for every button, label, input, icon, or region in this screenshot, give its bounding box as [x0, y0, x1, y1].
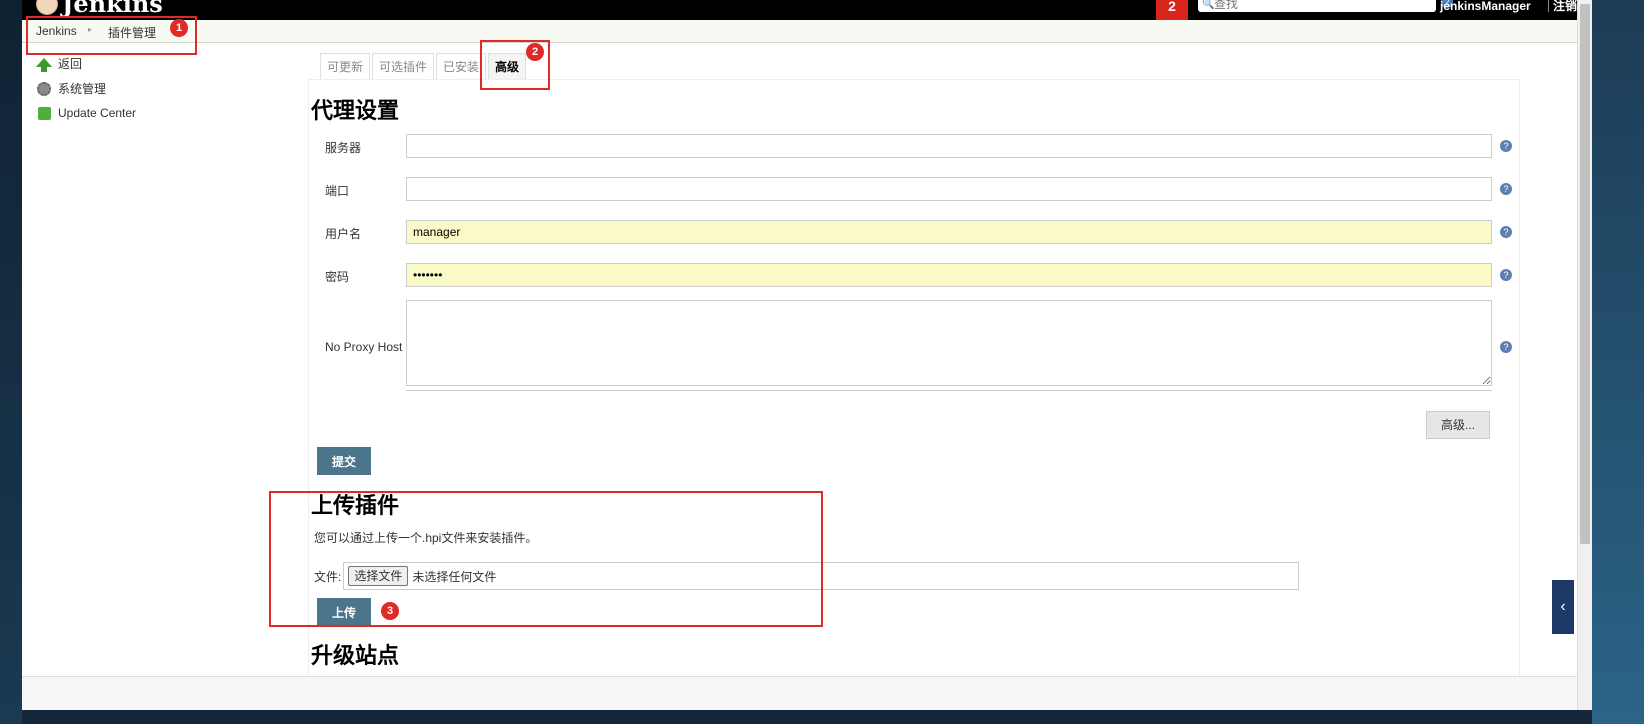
submit-button[interactable]: 提交	[317, 447, 371, 475]
sidebar-item-label: Update Center	[58, 106, 137, 120]
password-help-icon[interactable]: ?	[1500, 269, 1512, 281]
no-proxy-host-label: No Proxy Host	[325, 340, 403, 354]
annotation-box-3	[269, 491, 823, 627]
username-input[interactable]	[406, 220, 1492, 244]
password-label: 密码	[325, 270, 350, 284]
sidebar-item-back[interactable]: 返回	[36, 55, 82, 72]
sidebar-item-label: 返回	[58, 57, 83, 71]
breadcrumb: Jenkins ▸ 插件管理	[22, 20, 1578, 43]
update-site-title: 升级站点	[311, 643, 400, 668]
no-proxy-help-icon[interactable]: ?	[1500, 341, 1512, 353]
notification-badge[interactable]: 2	[1156, 0, 1188, 20]
port-label: 端口	[325, 184, 350, 198]
tab-updates[interactable]: 可更新	[320, 53, 371, 80]
top-header: Jenkins 2 🔍 ? jenkinsManager 注销	[22, 0, 1578, 20]
server-label: 服务器	[325, 141, 362, 155]
proxy-settings-title: 代理设置	[311, 98, 400, 123]
collapse-chevron-icon[interactable]: ‹	[1552, 580, 1574, 634]
search-icon: 🔍	[1202, 0, 1215, 10]
server-input[interactable]	[406, 134, 1492, 158]
puzzle-icon	[36, 105, 52, 121]
sidebar-item-system-management[interactable]: 系统管理	[36, 80, 106, 97]
desktop-background-right	[1592, 0, 1644, 724]
jenkins-logo[interactable]: Jenkins	[36, 0, 163, 16]
jenkins-butler-icon	[36, 0, 58, 15]
annotation-marker-1: 1	[170, 19, 188, 37]
search-input[interactable]	[1214, 0, 1424, 11]
browser-window: Jenkins 2 🔍 ? jenkinsManager 注销 Jenkins …	[22, 0, 1592, 710]
username-help-icon[interactable]: ?	[1500, 226, 1512, 238]
sidebar-item-label: 系统管理	[58, 82, 107, 96]
password-input[interactable]	[406, 263, 1492, 287]
username-label: 用户名	[325, 227, 362, 241]
tab-available[interactable]: 可选插件	[372, 53, 435, 80]
port-help-icon[interactable]: ?	[1500, 183, 1512, 195]
no-proxy-host-textarea[interactable]	[406, 300, 1492, 386]
annotation-marker-2: 2	[526, 43, 544, 61]
scrollbar-thumb[interactable]	[1580, 4, 1590, 544]
user-link[interactable]: jenkinsManager	[1440, 0, 1531, 12]
logo-text: Jenkins	[62, 0, 163, 18]
server-help-icon[interactable]: ?	[1500, 140, 1512, 152]
gear-icon	[36, 81, 52, 97]
desktop-background-left	[0, 0, 22, 724]
logout-link[interactable]: 注销	[1548, 0, 1577, 12]
advanced-button[interactable]: 高级...	[1426, 411, 1490, 439]
port-input[interactable]	[406, 177, 1492, 201]
annotation-marker-3: 3	[381, 602, 399, 620]
arrow-up-icon	[36, 56, 52, 72]
tab-installed[interactable]: 已安装	[436, 53, 487, 80]
textarea-resize-bar[interactable]	[406, 390, 1492, 394]
search-box[interactable]: 🔍	[1198, 0, 1436, 12]
sidebar-item-update-center[interactable]: Update Center	[36, 105, 136, 121]
vertical-scrollbar[interactable]	[1577, 0, 1592, 710]
bottom-bar	[22, 676, 1578, 710]
